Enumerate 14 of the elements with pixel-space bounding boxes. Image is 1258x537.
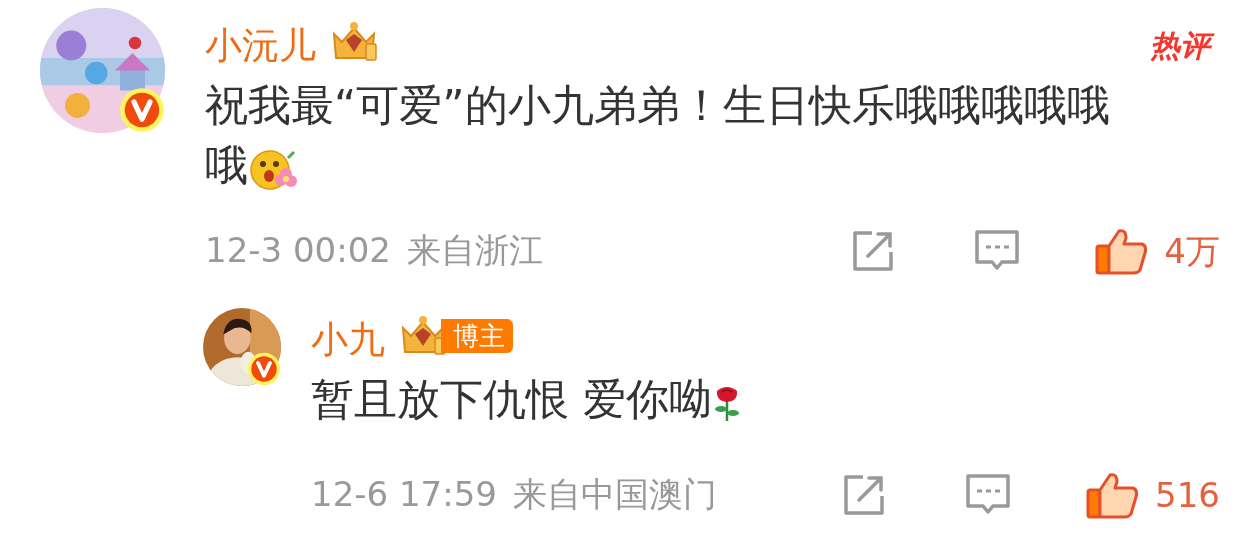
comment-icon[interactable] (965, 472, 1012, 517)
comment-location: 来自中国澳门 (512, 473, 717, 516)
comment-location: 来自浙江 (406, 229, 543, 272)
comment-icon[interactable] (974, 228, 1021, 273)
username[interactable]: 小沅儿 (205, 23, 316, 68)
blogger-tag: 博主 (441, 319, 513, 353)
like-count: 4万 (1164, 233, 1220, 268)
like-count: 516 (1155, 477, 1220, 512)
comment-text: 祝我最“可爱”的小九弟弟！生日快乐哦哦哦哦哦哦 (205, 79, 1111, 194)
hot-comment-tag: 热评 (1142, 25, 1218, 66)
comment-time: 12-3 00:02 (205, 229, 391, 272)
username[interactable]: 小九 (311, 317, 385, 362)
comment-time: 12-6 17:59 (311, 473, 497, 516)
comment-text: 暂且放下仇恨 爱你呦 (311, 369, 1258, 429)
